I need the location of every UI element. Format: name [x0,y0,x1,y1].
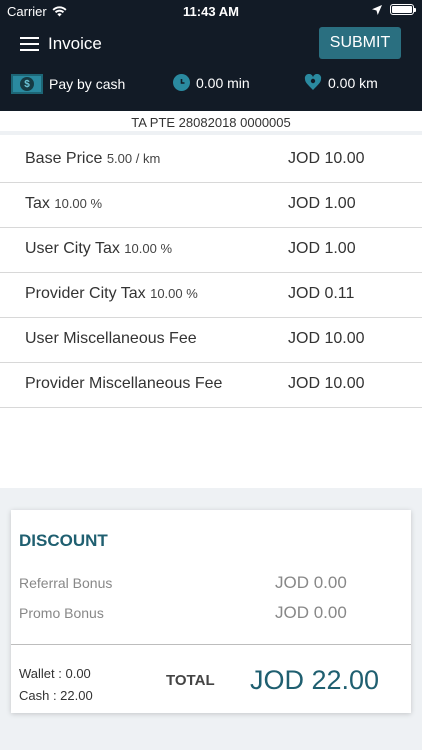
fare-label: Provider City Tax [25,285,146,302]
clock-icon [173,74,190,91]
fare-label: User Miscellaneous Fee [25,330,197,347]
fare-value: JOD 1.00 [288,195,356,212]
cash-amount: Cash : 22.00 [19,688,93,703]
fare-value: JOD 0.11 [288,285,355,302]
wallet-amount: Wallet : 0.00 [19,666,91,681]
booking-id: TA PTE 28082018 0000005 [0,111,422,135]
discount-title: DISCOUNT [19,531,108,550]
status-time: 11:43 AM [183,4,239,19]
battery-icon [390,4,416,15]
fare-rate: 10.00 % [150,286,198,301]
fare-label: Base Price [25,150,103,167]
fare-row-base-price: Base Price 5.00 / km JOD 10.00 [0,138,422,183]
fare-row-user-misc-fee: User Miscellaneous Fee JOD 10.00 [0,318,422,363]
fare-rate: 10.00 % [124,241,172,256]
fare-row-tax: Tax 10.00 % JOD 1.00 [0,183,422,228]
fare-value: JOD 10.00 [288,330,365,347]
fare-label: Tax [25,195,50,212]
page-title: Invoice [48,34,102,53]
fare-value: JOD 10.00 [288,375,365,392]
fare-value: JOD 1.00 [288,240,356,257]
fare-label: User City Tax [25,240,120,257]
divider [11,644,411,645]
fare-label: Provider Miscellaneous Fee [25,375,223,392]
payment-method-label: Pay by cash [49,76,126,92]
submit-button[interactable]: SUBMIT [319,27,401,59]
trip-duration-value: 0.00 min [196,74,250,91]
fare-row-provider-city-tax: Provider City Tax 10.00 % JOD 0.11 [0,273,422,318]
promo-bonus-label: Promo Bonus [19,605,104,621]
referral-bonus-value: JOD 0.00 [275,573,347,592]
fare-breakdown: Base Price 5.00 / km JOD 10.00 Tax 10.00… [0,138,422,408]
summary-card: DISCOUNT Referral Bonus JOD 0.00 Promo B… [11,510,411,713]
total-value: JOD 22.00 [250,665,380,695]
fare-row-user-city-tax: User City Tax 10.00 % JOD 1.00 [0,228,422,273]
trip-distance-value: 0.00 km [328,74,378,91]
distance-icon [304,74,322,90]
promo-bonus-row: Promo Bonus JOD 0.00 [11,603,411,625]
promo-bonus-value: JOD 0.00 [275,603,347,622]
location-arrow-icon [372,4,382,15]
app-header: Carrier 11:43 AM Invoice SUBMIT $ Pay by… [0,0,422,111]
fare-value: JOD 10.00 [288,150,365,167]
trip-distance: 0.00 km [304,74,378,91]
status-indicators [372,4,416,15]
nav-bar: Invoice SUBMIT [0,26,422,62]
cash-icon: $ [11,74,43,94]
fare-rate: 10.00 % [54,196,103,211]
referral-bonus-label: Referral Bonus [19,575,113,591]
menu-icon[interactable] [20,37,39,51]
payment-method: $ Pay by cash [11,74,125,94]
trip-info-row: $ Pay by cash 0.00 min 0.00 km [0,74,422,98]
status-bar: Carrier 11:43 AM [0,0,422,22]
trip-duration: 0.00 min [173,74,250,91]
total-label: TOTAL [166,672,215,689]
referral-bonus-row: Referral Bonus JOD 0.00 [11,573,411,595]
fare-row-provider-misc-fee: Provider Miscellaneous Fee JOD 10.00 [0,363,422,408]
fare-rate: 5.00 / km [106,151,161,166]
payment-split: Wallet : 0.00 Cash : 22.00 [19,663,93,707]
